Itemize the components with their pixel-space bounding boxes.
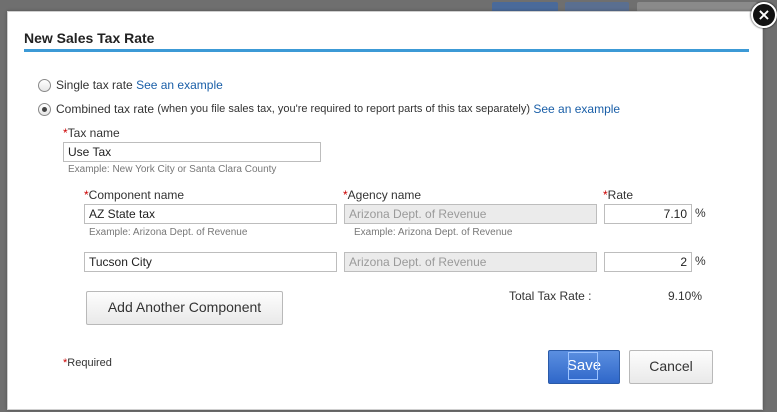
- title-divider: [24, 49, 749, 52]
- combined-see-example-link[interactable]: See an example: [533, 102, 620, 116]
- combined-tax-rate-label: Combined tax rate: [56, 102, 155, 116]
- cancel-button[interactable]: Cancel: [629, 350, 713, 384]
- agency-name-input[interactable]: [344, 252, 597, 272]
- single-see-example-link[interactable]: See an example: [136, 78, 223, 92]
- required-note: *Required: [63, 357, 112, 369]
- add-another-component-button[interactable]: Add Another Component: [86, 291, 283, 325]
- combined-tax-rate-note: (when you file sales tax, you're require…: [157, 103, 531, 115]
- total-tax-rate-label: Total Tax Rate :: [509, 289, 592, 303]
- component-name-header-text: Component name: [88, 188, 185, 202]
- agency-name-header-text: Agency name: [347, 188, 422, 202]
- component-name-header: *Component name: [84, 188, 184, 202]
- save-button[interactable]: Save: [548, 350, 620, 384]
- single-tax-rate-radio[interactable]: [38, 78, 51, 92]
- percent-sign: %: [695, 254, 706, 268]
- single-tax-rate-option[interactable]: Single tax rate See an example: [38, 78, 223, 92]
- rate-header: *Rate: [603, 188, 633, 202]
- rate-input[interactable]: [604, 252, 692, 272]
- dialog-title: New Sales Tax Rate: [24, 30, 155, 46]
- agency-name-input[interactable]: [344, 204, 597, 224]
- combined-tax-rate-option[interactable]: Combined tax rate (when you file sales t…: [38, 102, 620, 116]
- agency-name-header: *Agency name: [343, 188, 421, 202]
- new-sales-tax-rate-dialog: New Sales Tax Rate Single tax rate See a…: [7, 11, 763, 410]
- tax-name-label: *Tax name: [63, 126, 120, 140]
- agency-name-example: Example: Arizona Dept. of Revenue: [354, 227, 513, 238]
- tax-name-label-text: Tax name: [67, 126, 120, 140]
- close-icon[interactable]: ×: [751, 2, 777, 28]
- focus-ring: [568, 352, 598, 380]
- rate-header-text: Rate: [607, 188, 634, 202]
- tax-name-example: Example: New York City or Santa Clara Co…: [68, 164, 277, 175]
- component-name-input[interactable]: [84, 252, 337, 272]
- single-tax-rate-label: Single tax rate: [56, 78, 133, 92]
- component-name-input[interactable]: [84, 204, 337, 224]
- component-name-example: Example: Arizona Dept. of Revenue: [89, 227, 248, 238]
- combined-tax-rate-radio[interactable]: [38, 102, 51, 116]
- total-tax-rate-value: 9.10%: [668, 289, 703, 303]
- required-note-text: Required: [67, 357, 112, 369]
- rate-input[interactable]: [604, 204, 692, 224]
- tax-name-input[interactable]: [63, 142, 321, 162]
- percent-sign: %: [695, 206, 706, 220]
